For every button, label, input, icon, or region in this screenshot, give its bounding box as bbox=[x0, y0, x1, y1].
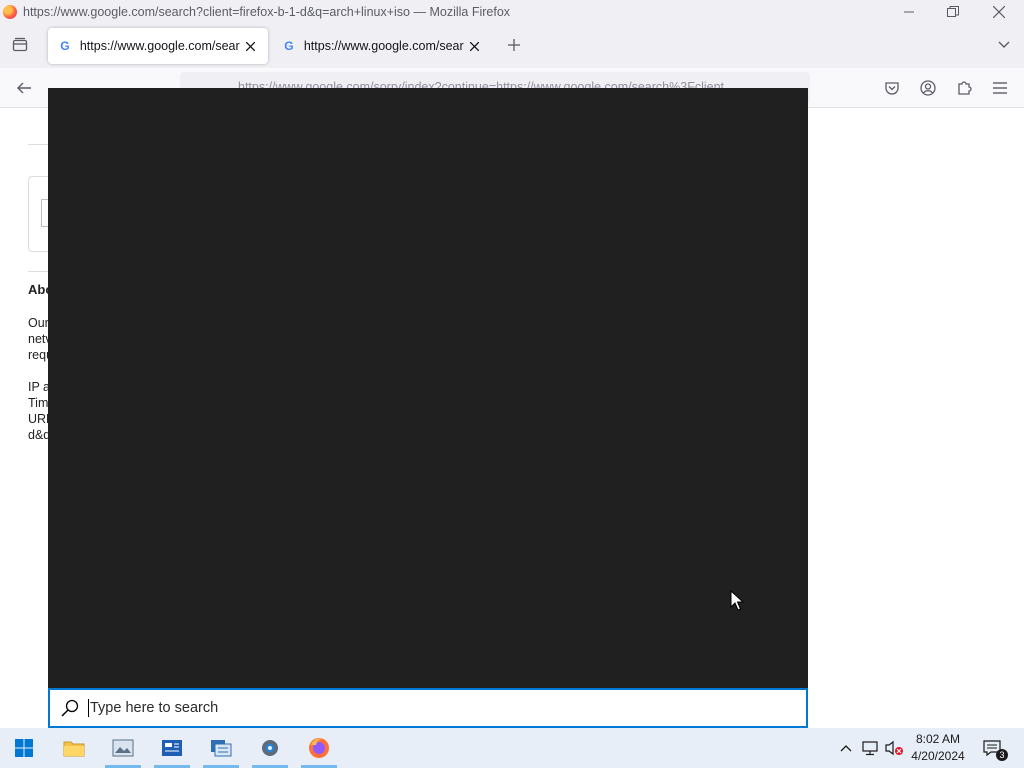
new-tab-button[interactable] bbox=[502, 33, 526, 57]
google-favicon-icon: G bbox=[284, 39, 294, 53]
windows-logo-icon bbox=[15, 739, 33, 757]
taskbar-firefox[interactable] bbox=[295, 728, 343, 768]
network-status-button[interactable] bbox=[860, 738, 880, 758]
taskbar-news-app[interactable] bbox=[148, 728, 196, 768]
close-window-button[interactable] bbox=[976, 0, 1022, 24]
news-icon bbox=[162, 740, 182, 756]
taskbar-server-manager[interactable] bbox=[197, 728, 245, 768]
notification-count-badge: 3 bbox=[996, 749, 1008, 761]
hamburger-menu-icon bbox=[993, 82, 1007, 94]
back-arrow-icon bbox=[17, 82, 31, 94]
info-line: IP a bbox=[28, 380, 51, 394]
search-input[interactable]: Type here to search bbox=[90, 700, 218, 716]
folder-icon bbox=[63, 741, 85, 757]
firefox-view-button[interactable] bbox=[8, 33, 32, 57]
info-line: d&q bbox=[28, 428, 51, 442]
restore-button[interactable] bbox=[930, 0, 976, 24]
tab-close-button[interactable] bbox=[242, 38, 258, 54]
tab-label: https://www.google.com/search?client=fir… bbox=[79, 39, 240, 53]
server-manager-icon bbox=[211, 740, 232, 757]
search-icon bbox=[60, 698, 80, 718]
minimize-icon bbox=[904, 11, 914, 13]
account-button[interactable] bbox=[916, 76, 940, 100]
divider bbox=[28, 271, 48, 272]
pocket-icon bbox=[885, 82, 899, 95]
taskbar: 8:02 AM 4/20/2024 bbox=[0, 728, 1024, 768]
list-all-tabs-button[interactable] bbox=[992, 33, 1016, 57]
extensions-button[interactable] bbox=[952, 76, 976, 100]
restore-icon bbox=[947, 6, 959, 17]
firefox-icon bbox=[309, 738, 329, 758]
tab-label: https://www.google.com/search?client=fir… bbox=[303, 39, 464, 53]
puzzle-piece-icon bbox=[958, 81, 972, 95]
back-button[interactable] bbox=[12, 76, 36, 100]
taskbar-settings[interactable] bbox=[246, 728, 294, 768]
window-title: https://www.google.com/search?client=fir… bbox=[23, 5, 511, 19]
minimize-button[interactable] bbox=[886, 0, 932, 24]
volume-button[interactable] bbox=[884, 738, 904, 758]
taskbar-photo-viewer[interactable] bbox=[99, 728, 147, 768]
application-menu-button[interactable] bbox=[988, 76, 1012, 100]
start-button[interactable] bbox=[0, 728, 48, 768]
tab-close-button[interactable] bbox=[466, 38, 482, 54]
tab-inactive[interactable]: G https://www.google.com/search?client=f… bbox=[272, 28, 492, 64]
gear-icon bbox=[262, 740, 278, 756]
close-icon bbox=[245, 41, 255, 51]
volume-muted-icon bbox=[885, 740, 903, 756]
account-icon bbox=[920, 80, 936, 96]
chevron-up-icon bbox=[840, 745, 852, 752]
network-icon bbox=[862, 741, 878, 756]
clock-date: 4/20/2024 bbox=[911, 749, 965, 763]
taskbar-file-explorer[interactable] bbox=[50, 728, 98, 768]
firefox-logo-icon bbox=[3, 5, 17, 19]
paragraph-line: Our bbox=[28, 316, 49, 330]
mouse-cursor-icon bbox=[730, 590, 744, 611]
start-search-panel bbox=[48, 88, 808, 688]
taskbar-clock[interactable]: 8:02 AM 4/20/2024 bbox=[906, 731, 970, 765]
divider bbox=[28, 144, 48, 145]
close-icon bbox=[993, 6, 1005, 18]
photo-viewer-icon bbox=[112, 739, 134, 757]
pocket-button[interactable] bbox=[880, 76, 904, 100]
window-titlebar: https://www.google.com/search?client=fir… bbox=[0, 0, 1024, 24]
info-line: Tim bbox=[28, 396, 49, 410]
clock-time: 8:02 AM bbox=[915, 732, 961, 746]
start-search-box[interactable]: Type here to search bbox=[48, 688, 808, 728]
show-hidden-icons-button[interactable] bbox=[836, 738, 856, 758]
tab-strip: G https://www.google.com/search?client=f… bbox=[0, 24, 1024, 68]
text-caret bbox=[88, 699, 89, 717]
plus-icon bbox=[508, 39, 520, 51]
google-favicon-icon: G bbox=[60, 39, 70, 53]
firefox-view-icon bbox=[12, 37, 28, 52]
tab-active[interactable]: G https://www.google.com/search?client=f… bbox=[48, 28, 268, 64]
close-icon bbox=[469, 41, 479, 51]
chevron-down-icon bbox=[998, 41, 1010, 48]
